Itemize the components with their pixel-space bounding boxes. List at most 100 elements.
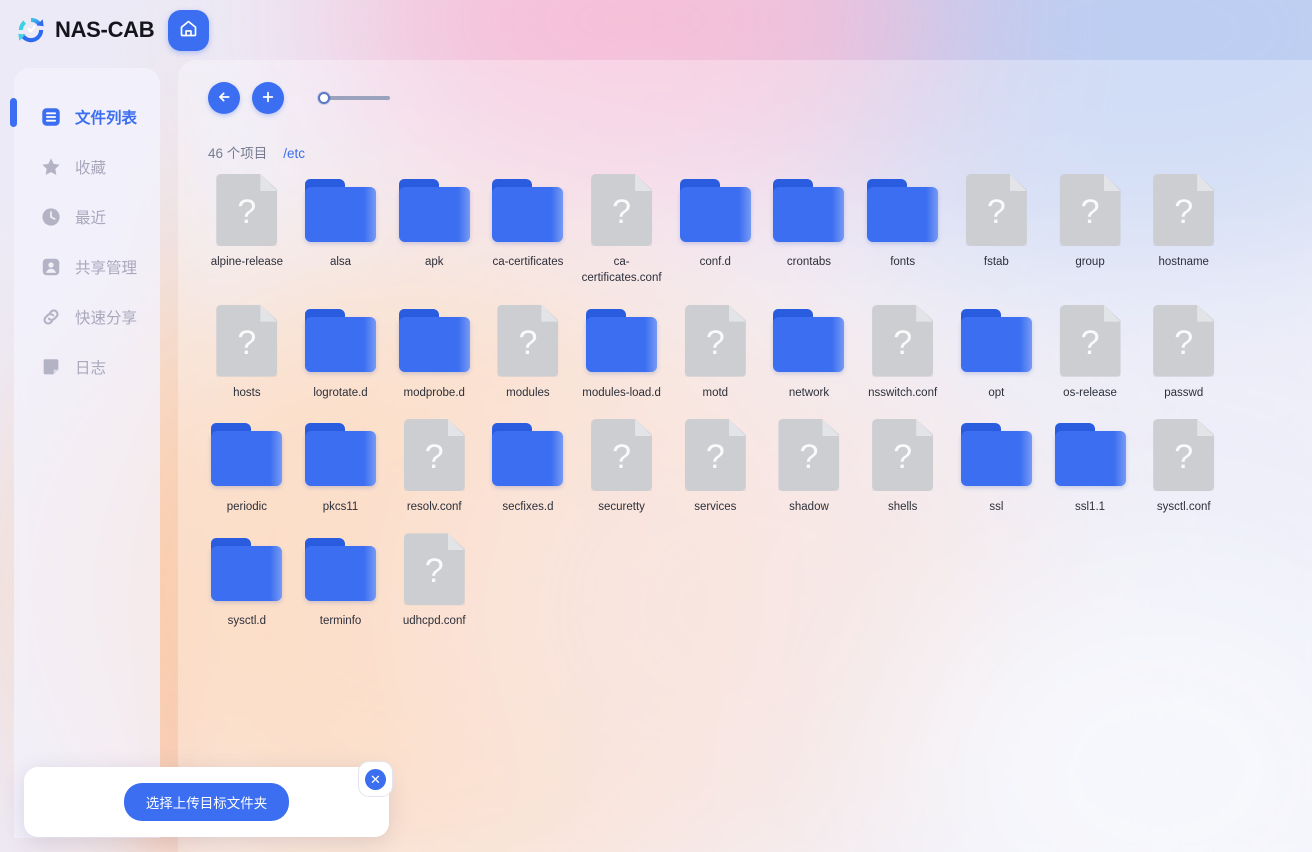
file-tile-label: securetty [598, 500, 645, 513]
home-icon [178, 18, 199, 42]
file-tile-label: crontabs [786, 256, 832, 268]
file-tile[interactable]: periodic [200, 415, 294, 515]
folder-icon [305, 174, 377, 246]
file-tile[interactable]: fonts [856, 170, 950, 287]
file-tile[interactable]: crontabs [762, 170, 856, 287]
file-tile-label: pkcs11 [322, 500, 359, 513]
file-tile[interactable]: ? udhcpd.conf [387, 529, 481, 629]
file-tile[interactable]: conf.d [668, 170, 762, 287]
file-icon: ? [211, 174, 283, 246]
folder-icon [773, 174, 845, 246]
file-tile[interactable]: ? alpine-release [200, 170, 294, 287]
file-tile[interactable]: ? fstab [950, 170, 1044, 287]
folder-icon [960, 305, 1032, 377]
file-tile[interactable]: ssl [950, 415, 1044, 515]
folder-icon [492, 174, 564, 246]
sidebar-item-favorites[interactable]: 收藏 [14, 142, 160, 192]
file-tile[interactable]: pkcs11 [294, 415, 388, 515]
file-tile[interactable]: modules-load.d [575, 301, 669, 401]
file-tile[interactable]: ? ca-certificates.conf [575, 170, 669, 287]
file-tile-label: passwd [1164, 386, 1204, 399]
file-icon: ? [398, 533, 470, 606]
sidebar-item-label: 日志 [75, 360, 107, 377]
file-tile[interactable]: ? modules [481, 301, 575, 401]
file-icon: ? [211, 304, 283, 377]
icon-size-slider[interactable] [318, 88, 390, 108]
file-icon: ? [679, 418, 751, 491]
sidebar-item-recent[interactable]: 最近 [14, 192, 160, 242]
file-tile[interactable]: ? resolv.conf [387, 415, 481, 515]
sidebar-item-label: 收藏 [75, 160, 107, 177]
current-path[interactable]: /etc [283, 146, 305, 161]
file-tile[interactable]: sysctl.d [200, 529, 294, 629]
file-tile[interactable]: ? sysctl.conf [1137, 415, 1231, 515]
file-browser-panel: 46 个项目 /etc ? alpine-release alsa apk ca-cer… [178, 60, 1312, 852]
file-icon: ? [1054, 174, 1126, 246]
file-icon: ? [586, 418, 658, 491]
file-tile[interactable]: secfixes.d [481, 415, 575, 515]
file-icon: ? [960, 174, 1032, 246]
brand-logo[interactable]: NAS-CAB [16, 15, 155, 45]
file-tile[interactable]: ? shadow [762, 415, 856, 515]
sidebar-item-share-management[interactable]: 共享管理 [14, 242, 160, 292]
sidebar-item-label: 共享管理 [75, 260, 138, 277]
sidebar-item-file-list[interactable]: 文件列表 [14, 92, 160, 142]
file-tile-label: conf.d [699, 256, 731, 268]
app-header: NAS-CAB [0, 0, 1312, 60]
file-tile[interactable]: modprobe.d [387, 301, 481, 401]
file-tile-label: ca-certificates.conf [581, 256, 662, 285]
file-tile[interactable]: ? hosts [200, 301, 294, 401]
file-icon: ? [1148, 174, 1220, 246]
file-tile-label: nsswitch.conf [868, 386, 938, 399]
file-tile[interactable]: logrotate.d [294, 301, 388, 401]
file-tile-label: modules [506, 386, 550, 399]
file-tile[interactable]: ? services [668, 415, 762, 515]
file-tile[interactable]: ssl1.1 [1043, 415, 1137, 515]
file-tile-label: logrotate.d [313, 386, 368, 399]
slider-track [324, 96, 390, 100]
file-tile[interactable]: terminfo [294, 529, 388, 629]
file-icon: ? [1148, 304, 1220, 377]
breadcrumb: 46 个项目 /etc [208, 142, 305, 162]
folder-icon [960, 419, 1032, 491]
choose-upload-folder-button[interactable]: 选择上传目标文件夹 [123, 783, 290, 821]
file-icon: ? [867, 304, 939, 377]
star-icon [40, 156, 62, 178]
user-card-icon [40, 256, 62, 278]
file-tile-label: fstab [983, 256, 1009, 268]
file-tile-label: os-release [1063, 386, 1117, 399]
file-icon: ? [867, 418, 939, 491]
folder-icon [398, 174, 470, 246]
file-tile[interactable]: alsa [294, 170, 388, 287]
sidebar-item-quick-share[interactable]: 快速分享 [14, 292, 160, 342]
add-button[interactable] [252, 82, 284, 114]
file-tile[interactable]: ? motd [668, 301, 762, 401]
folder-icon [305, 533, 377, 605]
file-tile-label: fonts [890, 256, 916, 268]
file-tile[interactable]: apk [387, 170, 481, 287]
slider-thumb[interactable] [318, 92, 330, 104]
close-upload-panel-button[interactable]: ✕ [358, 761, 393, 797]
note-icon [40, 356, 62, 378]
file-tile-label: resolv.conf [406, 500, 462, 513]
file-tile[interactable]: ? os-release [1043, 301, 1137, 401]
back-button[interactable] [208, 82, 240, 114]
file-tile[interactable]: ca-certificates [481, 170, 575, 287]
folder-icon [492, 419, 564, 491]
file-tile[interactable]: ? shells [856, 415, 950, 515]
file-tile[interactable]: ? hostname [1137, 170, 1231, 287]
home-button[interactable] [168, 9, 210, 51]
file-tile[interactable]: ? group [1043, 170, 1137, 287]
file-tile-label: services [694, 500, 737, 513]
file-tile-label: hosts [233, 386, 261, 399]
file-tile-label: opt [988, 386, 1005, 399]
file-tile[interactable]: ? passwd [1137, 301, 1231, 401]
file-tile[interactable]: opt [950, 301, 1044, 401]
arrow-left-icon [216, 89, 232, 108]
file-tile[interactable]: network [762, 301, 856, 401]
sidebar-active-indicator [10, 98, 17, 127]
file-tile[interactable]: ? securetty [575, 415, 669, 515]
file-tile[interactable]: ? nsswitch.conf [856, 301, 950, 401]
sidebar-item-logs[interactable]: 日志 [14, 342, 160, 392]
refresh-circle-logo-icon [16, 15, 46, 45]
